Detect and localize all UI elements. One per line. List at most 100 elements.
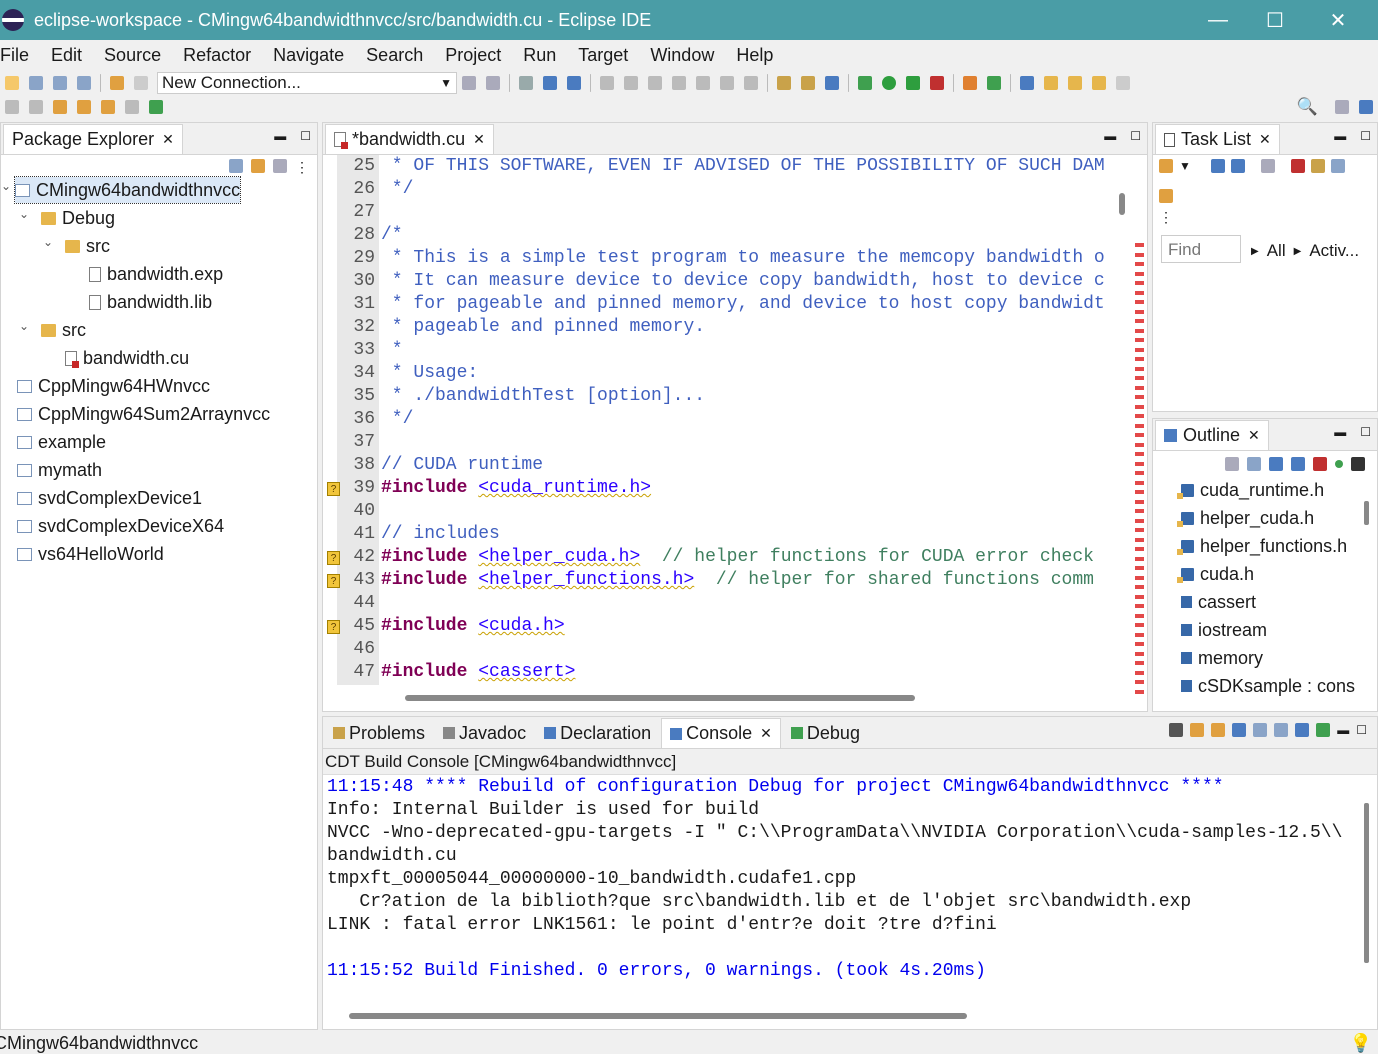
overview-mark[interactable]: [1135, 680, 1144, 684]
filter-icon[interactable]: [1260, 159, 1275, 173]
overview-mark[interactable]: [1135, 271, 1144, 276]
outline-item[interactable]: cuda_runtime.h: [1177, 477, 1324, 503]
terminate-icon[interactable]: [648, 76, 662, 90]
open-console-icon[interactable]: [825, 76, 839, 90]
overview-mark[interactable]: [1135, 471, 1144, 475]
overview-mark[interactable]: [1135, 319, 1144, 323]
toggle-icon[interactable]: [777, 76, 791, 90]
minimize-icon[interactable]: ▬: [274, 129, 286, 143]
close-icon[interactable]: ✕: [473, 131, 485, 148]
overview-mark[interactable]: [1135, 632, 1144, 637]
minimize-icon[interactable]: ▬: [1334, 129, 1346, 143]
disconnect-debug-icon[interactable]: [672, 76, 686, 90]
pin-console-icon[interactable]: [1232, 723, 1247, 737]
tree-item-svdcomplexdevice1[interactable]: svdComplexDevice1: [17, 485, 202, 511]
open-element-icon[interactable]: [1068, 76, 1082, 90]
search-tools-icon[interactable]: [1092, 76, 1106, 90]
tree-item-mymath[interactable]: mymath: [17, 457, 102, 483]
hide-static-icon[interactable]: [1313, 457, 1327, 471]
overview-mark[interactable]: [1135, 281, 1144, 285]
undo-icon[interactable]: [110, 76, 124, 90]
overview-mark[interactable]: [1135, 404, 1144, 409]
outline-item[interactable]: cuda.h: [1177, 561, 1254, 587]
activate-link[interactable]: Activ...: [1309, 241, 1359, 261]
step-into-icon[interactable]: [696, 76, 710, 90]
last-edit-icon[interactable]: [53, 100, 67, 114]
debug-icon[interactable]: [858, 76, 872, 90]
maximize-button[interactable]: ☐: [1245, 0, 1305, 40]
overview-mark[interactable]: [1135, 461, 1144, 466]
minimize-icon[interactable]: ▬: [1104, 129, 1116, 143]
overview-mark[interactable]: [1135, 604, 1144, 608]
pen-icon[interactable]: [1116, 76, 1130, 90]
menu-source[interactable]: Source: [104, 45, 161, 66]
hide-completed-icon[interactable]: [1290, 159, 1305, 173]
filter-icon[interactable]: [273, 159, 287, 173]
sort-icon[interactable]: [1269, 457, 1283, 471]
collapse-all-icon[interactable]: [229, 159, 243, 173]
mark-icon[interactable]: [801, 76, 815, 90]
close-icon[interactable]: ✕: [1259, 131, 1271, 148]
minimize-button[interactable]: —: [1188, 0, 1248, 40]
overview-mark[interactable]: [1135, 290, 1144, 295]
maximize-icon[interactable]: ☐: [1130, 129, 1141, 143]
link-with-editor-icon[interactable]: [251, 159, 265, 173]
overview-mark[interactable]: [1135, 537, 1144, 542]
hide-fields-icon[interactable]: [1291, 457, 1305, 471]
overview-mark[interactable]: [1135, 547, 1144, 551]
overview-mark[interactable]: [1135, 300, 1144, 304]
warning-icon[interactable]: ?: [327, 482, 340, 496]
coverage-icon[interactable]: [906, 76, 920, 90]
connection-dropdown[interactable]: New Connection... ▼: [157, 72, 457, 94]
overview-mark[interactable]: [1135, 366, 1144, 371]
clear-console-icon[interactable]: [1169, 723, 1184, 737]
outline-scrollbar-thumb[interactable]: [1364, 501, 1369, 525]
tree-item-bandwidth-exp[interactable]: bandwidth.exp: [89, 261, 223, 287]
open-console-icon[interactable]: [1274, 723, 1289, 737]
chevron-down-icon[interactable]: ⌄: [1, 179, 11, 193]
maximize-icon[interactable]: ☐: [1356, 723, 1367, 737]
new-project-icon[interactable]: [987, 76, 1001, 90]
tree-item-bandwidth-lib[interactable]: bandwidth.lib: [89, 289, 212, 315]
menu-file[interactable]: File: [0, 45, 29, 66]
chevron-down-icon[interactable]: ⌄: [19, 207, 29, 221]
hide-nonpublic-icon[interactable]: [1335, 460, 1343, 468]
overview-mark[interactable]: [1135, 452, 1144, 456]
connect-icon[interactable]: [462, 76, 476, 90]
next-annotation-icon[interactable]: [5, 100, 19, 114]
show-console-icon[interactable]: [1316, 723, 1331, 737]
run-icon[interactable]: [882, 76, 896, 90]
forward-icon[interactable]: [101, 100, 115, 114]
console-output[interactable]: 11:15:48 **** Rebuild of configuration D…: [323, 777, 1363, 999]
overview-mark[interactable]: [1135, 499, 1144, 504]
overview-mark[interactable]: [1135, 642, 1144, 646]
overview-mark[interactable]: [1135, 262, 1144, 266]
tab-declaration[interactable]: Declaration: [536, 718, 660, 748]
tab-outline[interactable]: Outline ✕: [1155, 420, 1269, 450]
focus-icon[interactable]: [1310, 159, 1325, 173]
save-all-icon[interactable]: [53, 76, 67, 90]
tree-item-cppmingw64sum2arraynvcc[interactable]: CppMingw64Sum2Arraynvcc: [17, 401, 270, 427]
outline-item[interactable]: helper_cuda.h: [1177, 505, 1314, 531]
overview-mark[interactable]: [1135, 661, 1144, 665]
tree-item-example[interactable]: example: [17, 429, 106, 455]
overview-mark[interactable]: [1135, 309, 1144, 314]
new-task-icon[interactable]: [1159, 159, 1173, 173]
tab-package-explorer[interactable]: Package Explorer ✕: [3, 124, 183, 154]
overview-mark[interactable]: [1135, 528, 1144, 532]
overview-mark[interactable]: [1135, 347, 1144, 352]
close-icon[interactable]: ✕: [162, 131, 174, 148]
suspend-icon[interactable]: [624, 76, 638, 90]
overview-mark[interactable]: [1135, 689, 1144, 694]
tab-console[interactable]: Console ✕: [661, 718, 781, 748]
terminal-icon[interactable]: [519, 76, 533, 90]
chevron-down-icon[interactable]: ⌄: [19, 319, 29, 333]
redo-icon[interactable]: [134, 76, 148, 90]
overview-mark[interactable]: [1135, 328, 1144, 333]
warning-icon[interactable]: ?: [327, 620, 340, 634]
find-input[interactable]: Find: [1161, 235, 1241, 263]
tree-item-debug[interactable]: Debug: [41, 205, 115, 231]
tree-item-src[interactable]: src: [65, 233, 110, 259]
close-icon[interactable]: ✕: [760, 725, 772, 742]
warning-icon[interactable]: ?: [327, 551, 340, 565]
